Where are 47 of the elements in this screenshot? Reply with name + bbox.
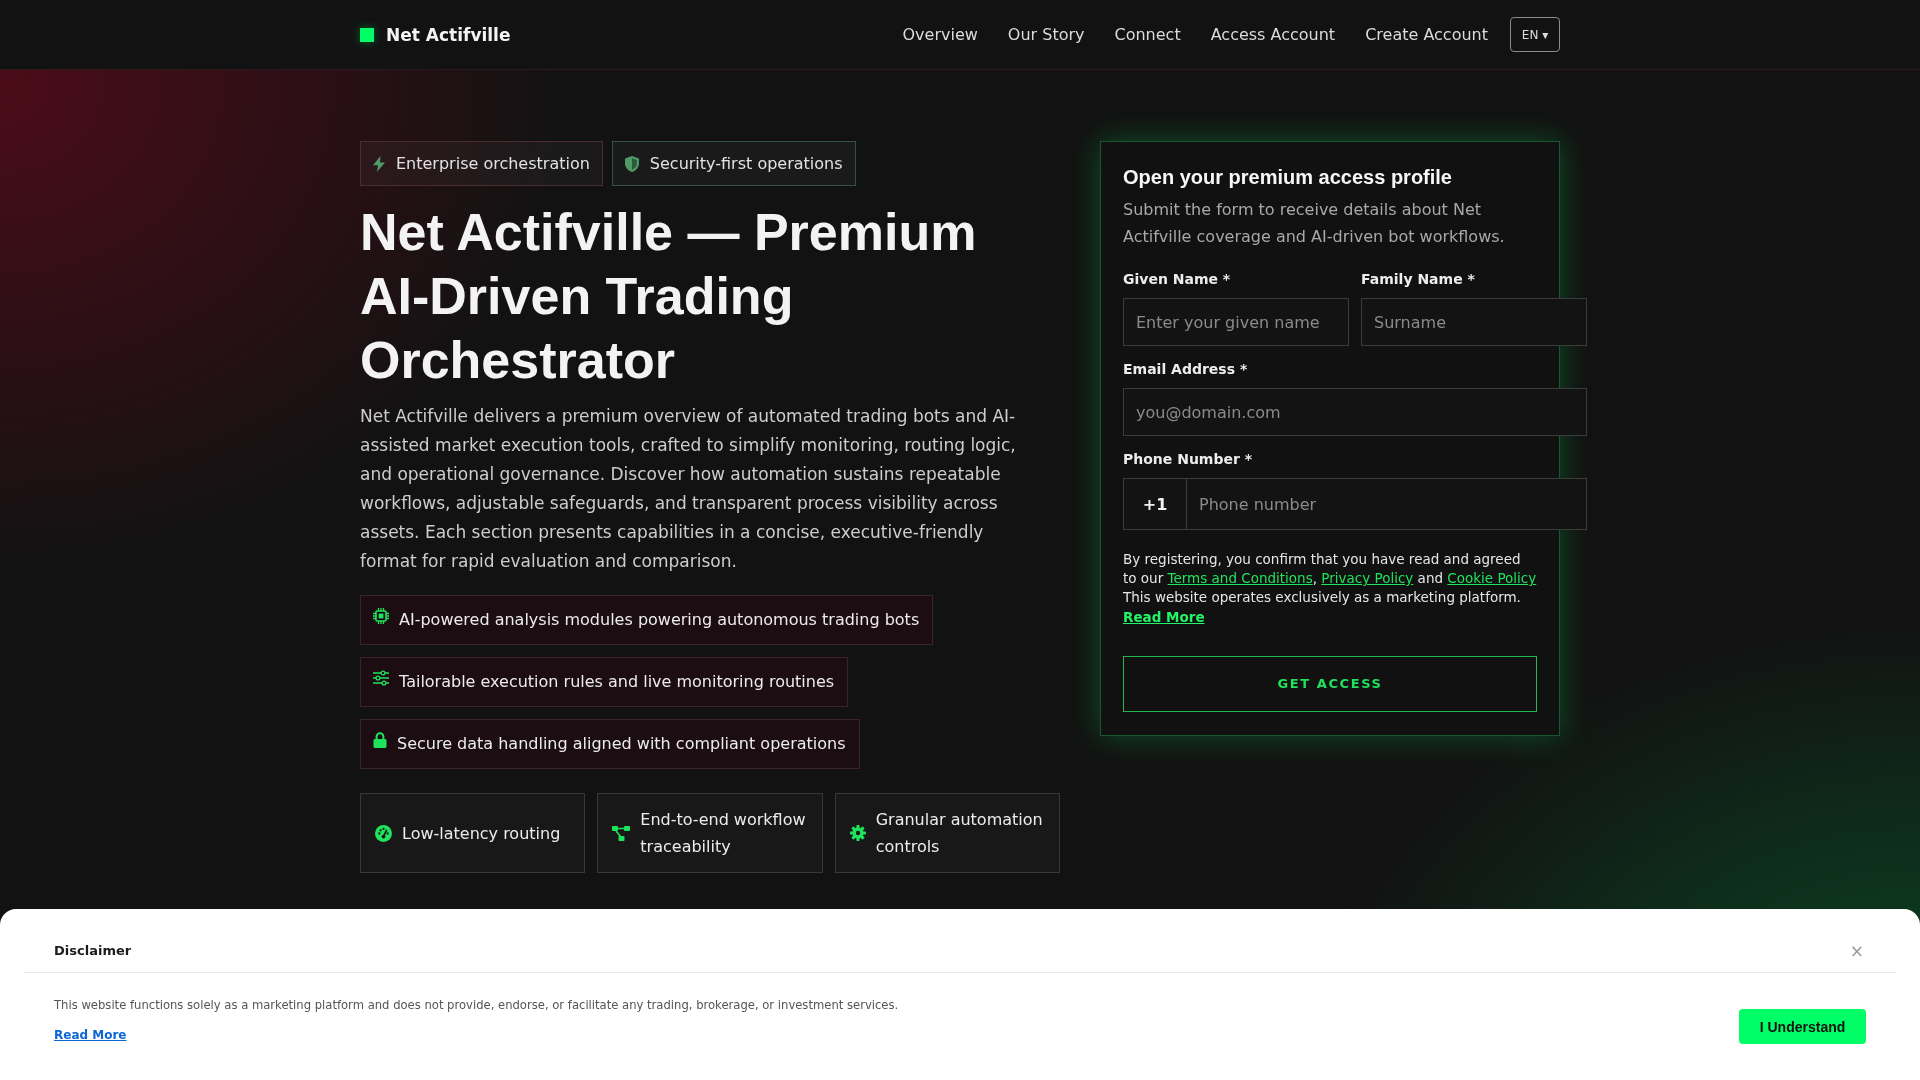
brand-name: Net Actifville <box>386 24 511 45</box>
gauge-icon <box>375 824 392 842</box>
phone-field[interactable]: Phone number <box>1187 478 1587 530</box>
country-code[interactable]: +1 <box>1123 478 1187 530</box>
hero-description: Net Actifville delivers a premium overview of automated trading bots and AI-assisted market execution tools, crafted to simplify monitoring, routing logic, and operational governance. Discover how automation sustains repeatable workflows, adjustable safeguards, and transparent process visibility across assets. Each section presents capabilities in a concise, executive-friendly format for rapid evaluation and comparison. <box>360 405 1017 573</box>
lightning-icon <box>373 155 385 172</box>
hero-title: Net Actifville — Premium AI-Driven Trading Orchestrator <box>360 202 978 391</box>
language-button[interactable]: EN ▾ <box>1510 17 1560 52</box>
shield-icon <box>624 155 639 172</box>
read-more-link[interactable]: Read More <box>1123 608 1205 625</box>
input-field[interactable]: Enter your given name <box>1123 298 1349 346</box>
policy-link[interactable]: Cookie Policy <box>1447 570 1537 587</box>
consent-text: By registering, you confirm that you have read and agreed to our Terms and Conditions, Privacy Policy and Cookie Policy This website operates exclusively as a marketing platform. Read More <box>1123 550 1537 627</box>
feature-text: Secure data handling aligned with compliant operations <box>397 733 846 755</box>
logo-square-icon <box>360 27 374 42</box>
policy-link[interactable]: Privacy Policy <box>1321 570 1414 587</box>
nav-link[interactable]: Create Account <box>1365 25 1488 44</box>
lock-icon <box>373 732 387 748</box>
field-label: Phone Number * <box>1123 450 1254 468</box>
nav-link[interactable]: Access Account <box>1210 25 1336 44</box>
input-field[interactable]: you@domain.com <box>1123 388 1587 436</box>
highlight-text: Low-latency routing <box>402 822 561 845</box>
chip-icon <box>373 608 389 624</box>
diagram-icon <box>612 825 631 841</box>
policy-link[interactable]: Terms and Conditions <box>1167 570 1313 587</box>
nav-link[interactable]: Overview <box>902 25 978 44</box>
highlight-text: End-to-end workflow traceability <box>640 809 807 858</box>
read-more-link[interactable]: Read More <box>54 1026 127 1044</box>
field-label: Given Name * <box>1123 270 1232 288</box>
badge-label: Enterprise orchestration <box>396 154 590 173</box>
get-access-button[interactable]: GET ACCESS <box>1123 655 1537 712</box>
input-field[interactable]: Surname <box>1361 298 1587 346</box>
highlight-text: Granular automation controls <box>875 809 1044 858</box>
nav-link[interactable]: Our Story <box>1007 25 1085 44</box>
feature-text: AI-powered analysis modules powering autonomous trading bots <box>399 609 920 631</box>
badge-label: Security-first operations <box>649 154 843 173</box>
field-label: Email Address * <box>1123 360 1249 378</box>
feature-text: Tailorable execution rules and live monitoring routines <box>399 671 835 693</box>
understand-button[interactable]: I Understand <box>1739 1009 1866 1044</box>
form-title: Open your premium access profile <box>1123 165 1453 190</box>
disclaimer-title: Disclaimer <box>54 943 132 958</box>
disclaimer-text: This website functions solely as a marketing platform and does not provide, endorse, or facilitate any trading, brokerage, or investment services. <box>54 997 899 1014</box>
field-label: Family Name * <box>1361 270 1476 288</box>
gear-icon <box>849 825 866 841</box>
sliders-icon <box>373 670 389 686</box>
nav-link[interactable]: Connect <box>1114 25 1181 44</box>
form-subtitle: Submit the form to receive details about Net Actifville coverage and AI-driven bot workflows. <box>1123 199 1506 248</box>
